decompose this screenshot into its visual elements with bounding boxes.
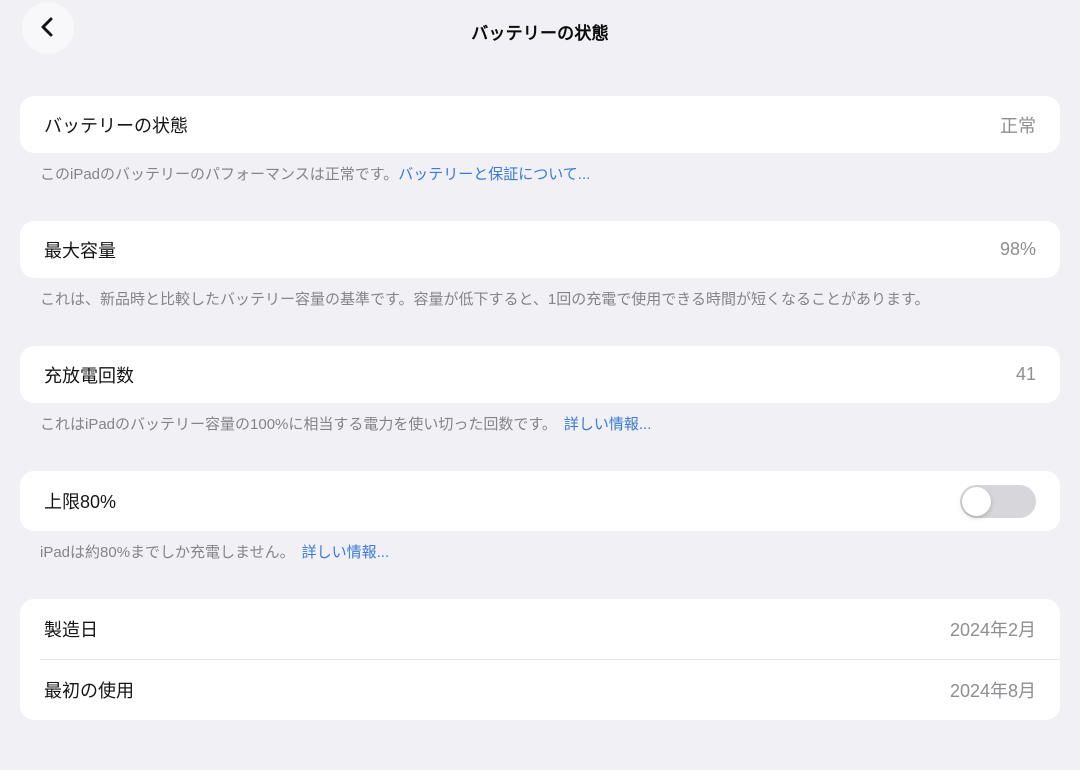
cycle-count-footer: これはiPadのバッテリー容量の100%に相当する電力を使い切った回数です。詳し… <box>40 414 1040 435</box>
first-use-value: 2024年8月 <box>950 677 1036 703</box>
cycle-count-value: 41 <box>1016 364 1036 385</box>
charge-limit-row: 上限80% <box>20 471 1060 531</box>
battery-health-section: バッテリーの状態 正常 このiPadのバッテリーのパフォーマンスは正常です。バッ… <box>20 96 1060 185</box>
cycle-count-label: 充放電回数 <box>44 362 134 388</box>
charge-limit-toggle[interactable] <box>960 485 1036 518</box>
battery-warranty-link[interactable]: バッテリーと保証について... <box>398 166 590 183</box>
max-capacity-section: 最大容量 98% これは、新品時と比較したバッテリー容量の基準です。容量が低下す… <box>20 221 1060 310</box>
device-dates-card: 製造日 2024年2月 最初の使用 2024年8月 <box>20 599 1060 720</box>
first-use-label: 最初の使用 <box>44 677 134 703</box>
battery-health-label: バッテリーの状態 <box>44 112 188 138</box>
charge-limit-footer-text: iPadは約80%までしか充電しません。 <box>40 544 295 561</box>
battery-health-screen: バッテリーの状態 バッテリーの状態 正常 このiPadのバッテリーのパフォーマン… <box>0 0 1080 770</box>
first-use-row: 最初の使用 2024年8月 <box>20 660 1060 720</box>
manufacture-date-label: 製造日 <box>44 616 98 642</box>
battery-health-footer: このiPadのバッテリーのパフォーマンスは正常です。バッテリーと保証について..… <box>40 164 1040 185</box>
battery-health-footer-text: このiPadのバッテリーのパフォーマンスは正常です。 <box>40 166 398 183</box>
manufacture-date-row: 製造日 2024年2月 <box>20 599 1060 659</box>
max-capacity-value: 98% <box>1000 239 1036 260</box>
settings-content: バッテリーの状態 正常 このiPadのバッテリーのパフォーマンスは正常です。バッ… <box>0 96 1080 720</box>
cycle-count-learn-more-link[interactable]: 詳しい情報... <box>564 416 652 433</box>
charge-limit-section: 上限80% iPadは約80%までしか充電しません。詳しい情報... <box>20 471 1060 563</box>
manufacture-date-value: 2024年2月 <box>950 616 1036 642</box>
cycle-count-section: 充放電回数 41 これはiPadのバッテリー容量の100%に相当する電力を使い切… <box>20 346 1060 435</box>
charge-limit-learn-more-link[interactable]: 詳しい情報... <box>302 544 390 561</box>
battery-health-row: バッテリーの状態 正常 <box>20 96 1060 153</box>
charge-limit-footer: iPadは約80%までしか充電しません。詳しい情報... <box>40 542 1040 563</box>
navigation-bar: バッテリーの状態 <box>0 0 1080 56</box>
max-capacity-label: 最大容量 <box>44 237 116 263</box>
cycle-count-footer-text: これはiPadのバッテリー容量の100%に相当する電力を使い切った回数です。 <box>40 416 557 433</box>
page-title: バッテリーの状態 <box>0 19 1080 44</box>
device-dates-section: 製造日 2024年2月 最初の使用 2024年8月 <box>20 599 1060 720</box>
max-capacity-row: 最大容量 98% <box>20 221 1060 278</box>
toggle-knob <box>962 487 991 516</box>
max-capacity-footer-text: これは、新品時と比較したバッテリー容量の基準です。容量が低下すると、1回の充電で… <box>40 291 929 308</box>
battery-health-value: 正常 <box>1000 112 1036 138</box>
cycle-count-row: 充放電回数 41 <box>20 346 1060 403</box>
charge-limit-label: 上限80% <box>44 488 116 514</box>
max-capacity-footer: これは、新品時と比較したバッテリー容量の基準です。容量が低下すると、1回の充電で… <box>40 289 1040 310</box>
